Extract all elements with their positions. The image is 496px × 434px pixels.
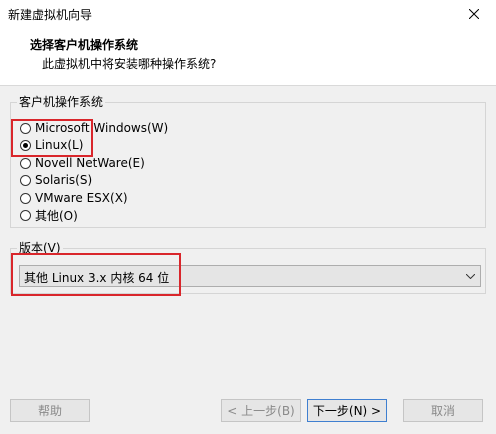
radio-label: Solaris(S): [35, 173, 93, 187]
radio-vmware-esx[interactable]: VMware ESX(X): [20, 190, 128, 206]
guest-os-group-label: 客户机操作系统: [17, 94, 106, 110]
radio-indicator[interactable]: [20, 192, 31, 204]
close-button[interactable]: [452, 0, 496, 28]
dropdown-button[interactable]: [462, 267, 479, 285]
close-icon: [469, 9, 479, 19]
radio-indicator[interactable]: [20, 139, 31, 151]
radio-label: Microsoft Windows(W): [35, 121, 169, 135]
radio-other[interactable]: 其他(O): [20, 207, 78, 223]
radio-linux[interactable]: Linux(L): [20, 137, 83, 153]
version-group-label: 版本(V): [17, 240, 63, 256]
guest-os-group: 客户机操作系统 Microsoft Windows(W) Linux(L) No…: [10, 94, 486, 228]
window-title: 新建虚拟机向导: [8, 8, 93, 22]
radio-netware[interactable]: Novell NetWare(E): [20, 155, 145, 171]
radio-indicator[interactable]: [20, 174, 31, 186]
version-select[interactable]: 其他 Linux 3.x 内核 64 位: [19, 265, 481, 287]
radio-windows[interactable]: Microsoft Windows(W): [20, 120, 168, 136]
version-group: 版本(V) 其他 Linux 3.x 内核 64 位: [10, 240, 486, 294]
version-select-value: 其他 Linux 3.x 内核 64 位: [24, 271, 170, 285]
radio-label: 其他(O): [35, 208, 78, 223]
page-title: 选择客户机操作系统: [30, 38, 139, 52]
next-button[interactable]: 下一步(N) >: [307, 399, 387, 422]
wizard-header: 选择客户机操作系统 此虚拟机中将安装哪种操作系统?: [0, 28, 496, 86]
radio-label: Novell NetWare(E): [35, 156, 145, 170]
chevron-down-icon: [466, 273, 475, 279]
cancel-button[interactable]: 取消: [403, 399, 483, 422]
radio-solaris[interactable]: Solaris(S): [20, 172, 92, 188]
title-bar: 新建虚拟机向导: [0, 0, 496, 28]
radio-label: VMware ESX(X): [35, 191, 128, 205]
radio-indicator[interactable]: [20, 209, 31, 221]
back-button[interactable]: < 上一步(B): [221, 399, 301, 422]
radio-label: Linux(L): [35, 138, 84, 152]
radio-indicator[interactable]: [20, 157, 31, 169]
help-button[interactable]: 帮助: [10, 399, 90, 422]
radio-indicator[interactable]: [20, 122, 31, 134]
page-subtitle: 此虚拟机中将安装哪种操作系统?: [42, 57, 217, 71]
